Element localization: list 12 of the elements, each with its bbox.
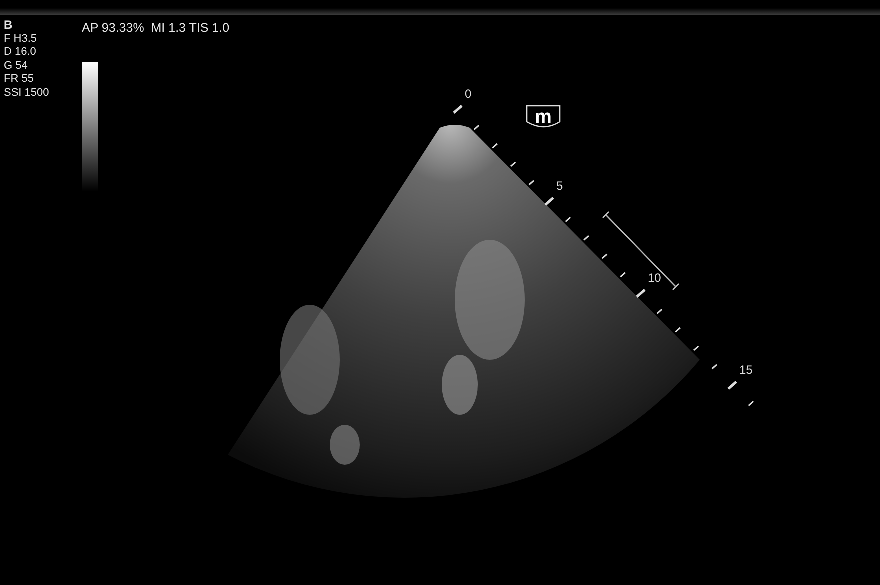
acoustic-output-readout: AP 93.33% MI 1.3 TIS 1.0 bbox=[82, 20, 230, 37]
setting-value: G 54 bbox=[4, 60, 29, 73]
orientation-marker-icon: m bbox=[526, 105, 561, 128]
depth-label: 5 bbox=[556, 179, 564, 193]
setting-value: SSI 1500 bbox=[4, 86, 50, 100]
imaging-mode-label: B bbox=[4, 19, 14, 32]
depth-label: 0 bbox=[465, 87, 472, 101]
depth-label: 10 bbox=[648, 271, 662, 285]
depth-label: 15 bbox=[740, 363, 753, 377]
setting-value: F H3.5 bbox=[4, 32, 38, 46]
setting-value: D 16.0 bbox=[4, 46, 38, 60]
setting-value: FR 55 bbox=[4, 73, 35, 86]
